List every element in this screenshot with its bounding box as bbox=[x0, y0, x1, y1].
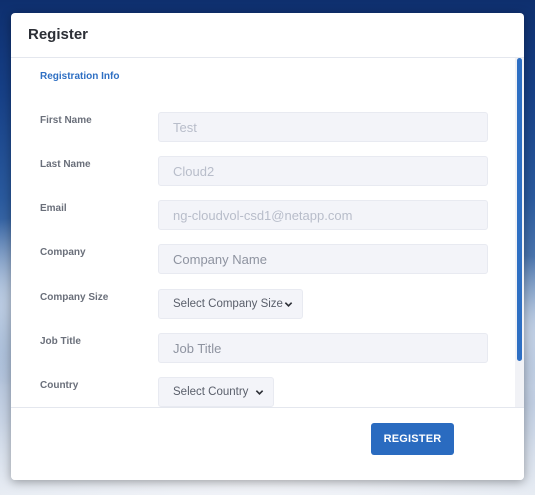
modal-footer: REGISTER bbox=[11, 407, 524, 480]
country-selected: Select Country bbox=[173, 386, 249, 398]
chevron-down-icon bbox=[255, 390, 264, 395]
country-row: Country Select Country bbox=[11, 377, 524, 408]
scrollbar-track[interactable] bbox=[515, 58, 524, 408]
job-title-label: Job Title bbox=[40, 336, 81, 347]
company-size-select[interactable]: Select Company Size bbox=[158, 289, 303, 319]
company-size-selected: Select Company Size bbox=[173, 298, 283, 310]
email-label: Email bbox=[40, 203, 67, 214]
company-size-label: Company Size bbox=[40, 292, 109, 303]
country-label: Country bbox=[40, 380, 79, 391]
first-name-label: First Name bbox=[40, 115, 92, 126]
email-row: Email bbox=[11, 200, 524, 234]
last-name-row: Last Name bbox=[11, 156, 524, 190]
register-modal: Register Registration Info First Name La… bbox=[11, 13, 524, 480]
country-select[interactable]: Select Country bbox=[158, 377, 274, 407]
email-field[interactable] bbox=[158, 200, 488, 230]
company-label: Company bbox=[40, 247, 86, 258]
company-row: Company bbox=[11, 244, 524, 278]
company-size-row: Company Size Select Company Size bbox=[11, 289, 524, 323]
register-button[interactable]: REGISTER bbox=[371, 423, 454, 455]
first-name-field[interactable] bbox=[158, 112, 488, 142]
section-title: Registration Info bbox=[40, 71, 120, 82]
modal-title: Register bbox=[28, 26, 89, 43]
scrollbar-thumb[interactable] bbox=[517, 58, 522, 361]
company-field[interactable] bbox=[158, 244, 488, 274]
last-name-field[interactable] bbox=[158, 156, 488, 186]
modal-header: Register bbox=[11, 13, 524, 58]
modal-body[interactable]: Registration Info First Name Last Name E… bbox=[11, 58, 524, 408]
job-title-row: Job Title bbox=[11, 333, 524, 367]
job-title-field[interactable] bbox=[158, 333, 488, 363]
first-name-row: First Name bbox=[11, 112, 524, 146]
chevron-down-icon bbox=[284, 302, 293, 307]
last-name-label: Last Name bbox=[40, 159, 91, 170]
